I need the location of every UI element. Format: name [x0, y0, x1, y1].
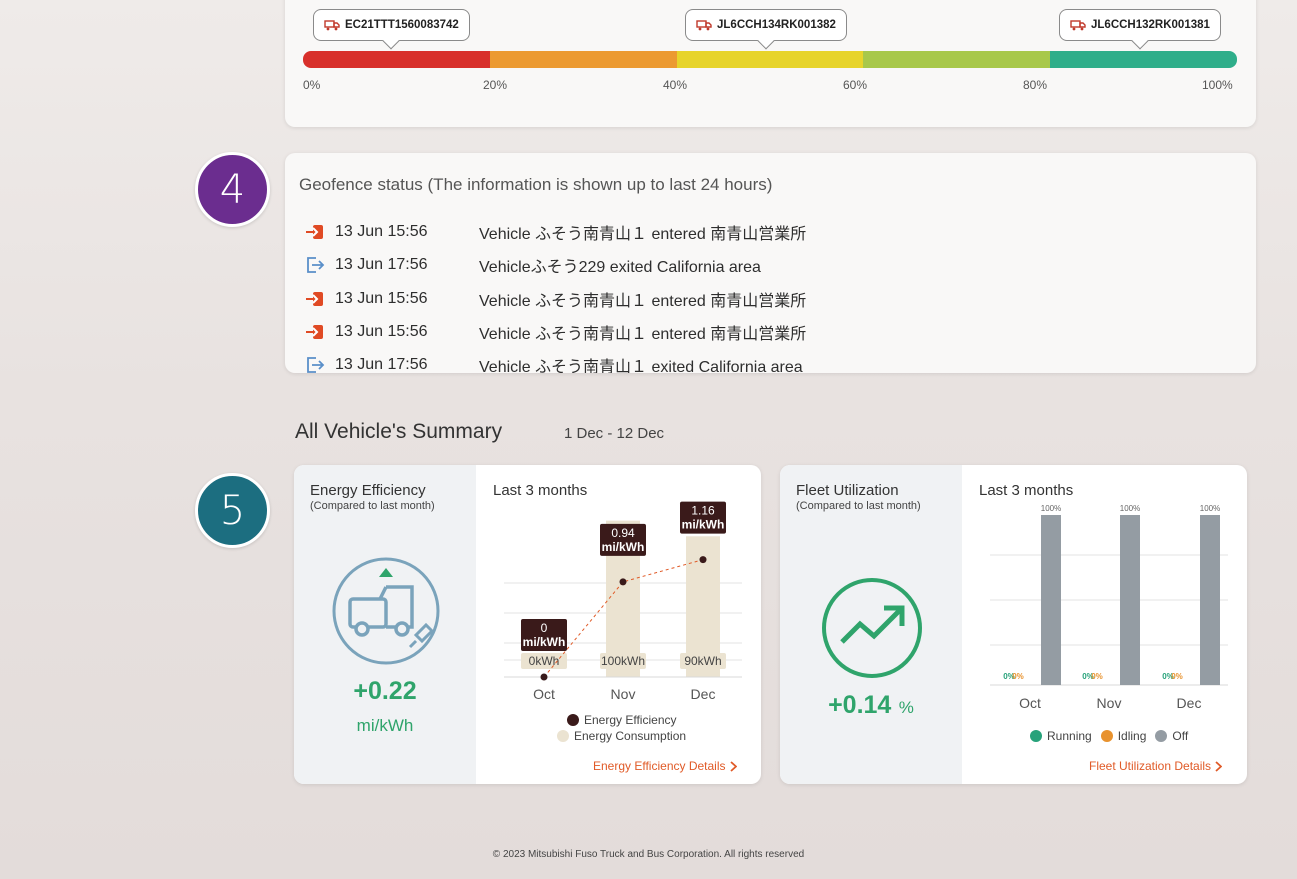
- efficiency-label-unit: mi/kWh: [682, 518, 725, 532]
- truck-icon: [1070, 20, 1086, 31]
- x-tick-label: Dec: [1177, 695, 1202, 711]
- geofence-event-time: 13 Jun 17:56: [335, 256, 428, 273]
- consumption-label: 0kWh: [529, 654, 560, 668]
- geofence-event-row: 13 Jun 17:56 Vehicle ふそう南青山１ exited Calif…: [305, 354, 803, 373]
- efficiency-label-unit: mi/kWh: [523, 635, 566, 649]
- energy-details-link[interactable]: Energy Efficiency Details: [593, 759, 737, 773]
- legend-dot: [557, 730, 569, 742]
- utilization-bar: [1120, 515, 1140, 685]
- vin-tag-1[interactable]: EC21TTT1560083742: [313, 9, 470, 41]
- legend-label: Energy Consumption: [574, 729, 687, 743]
- utilization-label: 100%: [1041, 504, 1061, 513]
- geofence-enter-icon: [305, 290, 325, 308]
- geofence-title: Geofence status (The information is show…: [299, 175, 773, 194]
- x-tick-label: Oct: [1019, 695, 1041, 711]
- legend-dot: [1100, 730, 1113, 742]
- geofence-event-row: 13 Jun 15:56 Vehicle ふそう南青山１ entered 南青山営…: [305, 321, 806, 343]
- range-color-bar: [303, 51, 1237, 68]
- geofence-exit-icon: [305, 256, 325, 274]
- x-tick-label: Nov: [1097, 695, 1122, 711]
- range-label: 40%: [663, 78, 688, 92]
- fleet-utilization-card: Fleet Utilization (Compared to last mont…: [780, 465, 1247, 784]
- efficiency-label-unit: mi/kWh: [602, 540, 645, 554]
- geofence-event-text: Vehicle ふそう南青山１ entered 南青山営業所: [479, 226, 807, 243]
- range-label: 0%: [303, 78, 321, 92]
- summary-date-range: 1 Dec - 12 Dec: [564, 425, 665, 442]
- utilization-label: 0%: [1091, 672, 1103, 681]
- efficiency-label: 1.16: [691, 504, 715, 518]
- utilization-label: 0%: [1171, 672, 1183, 681]
- consumption-label: 100kWh: [601, 654, 645, 668]
- utilization-label: 0%: [1012, 672, 1024, 681]
- geofence-exit-icon: [305, 356, 325, 373]
- details-label: Energy Efficiency Details: [593, 759, 726, 773]
- geofence-event-time: 13 Jun 15:56: [335, 290, 428, 307]
- geofence-status-card: Geofence status (The information is show…: [285, 153, 1256, 373]
- truck-icon: [324, 20, 340, 31]
- range-label: 20%: [483, 78, 508, 92]
- legend-label: Running: [1047, 729, 1092, 743]
- vehicle-range-card: EC21TTT1560083742 JL6CCH134RK001382 JL6C…: [285, 0, 1256, 127]
- footer-copyright: © 2023 Mitsubishi Fuso Truck and Bus Cor…: [492, 849, 805, 860]
- utilization-label: 100%: [1120, 504, 1140, 513]
- utilization-bar: [1041, 515, 1061, 685]
- vin-tag-3[interactable]: JL6CCH132RK001381: [1059, 9, 1221, 41]
- vin-tag-2[interactable]: JL6CCH134RK001382: [685, 9, 847, 41]
- step-badge-4: 4: [195, 152, 270, 227]
- x-tick-label: Oct: [533, 686, 555, 702]
- geofence-event-row: 13 Jun 15:56 Vehicle ふそう南青山１ entered 南青山営…: [305, 221, 806, 243]
- geofence-event-time: 13 Jun 15:56: [335, 323, 428, 340]
- geofence-enter-icon: [305, 323, 325, 341]
- efficiency-label: 0: [541, 621, 548, 635]
- chevron-right-icon: [1215, 760, 1223, 772]
- legend-running: Running Idling Off: [1030, 729, 1188, 743]
- efficiency-point: [540, 673, 548, 681]
- x-tick-label: Dec: [691, 686, 716, 702]
- consumption-label: 90kWh: [684, 654, 721, 668]
- energy-efficiency-card: Energy Efficiency (Compared to last mont…: [294, 465, 761, 784]
- x-tick-label: Nov: [611, 686, 636, 702]
- vin-label: JL6CCH132RK001381: [1091, 19, 1210, 31]
- vin-label: JL6CCH134RK001382: [717, 19, 836, 31]
- legend-label: Idling: [1117, 729, 1147, 743]
- geofence-event-row: 13 Jun 15:56 Vehicle ふそう南青山１ entered 南青山営…: [305, 288, 806, 310]
- legend-energy-efficiency: Energy Efficiency: [567, 713, 677, 727]
- range-segment: [863, 51, 1051, 68]
- legend-energy-consumption: Energy Consumption: [557, 729, 686, 743]
- legend-dot: [1030, 730, 1042, 742]
- range-label: 60%: [843, 78, 868, 92]
- details-label: Fleet Utilization Details: [1089, 759, 1212, 773]
- geofence-event-row: 13 Jun 17:56 Vehicleふそう229 exited Califor…: [305, 254, 761, 276]
- geofence-enter-icon: [305, 223, 325, 241]
- truck-icon: [696, 20, 712, 31]
- fleet-details-link[interactable]: Fleet Utilization Details: [1089, 759, 1223, 773]
- legend-dot: [567, 714, 579, 726]
- range-segment: [1050, 51, 1237, 68]
- geofence-event-time: 13 Jun 17:56: [335, 356, 428, 373]
- summary-title: All Vehicle's Summary: [295, 420, 503, 443]
- energy-chart: 0kWh 100kWh 90kWh0mi/kWh0.94mi/kWh1.16mi/k…: [504, 501, 742, 702]
- utilization-bar: [1200, 515, 1220, 685]
- geofence-event-text: Vehicle ふそう南青山１ entered 南青山営業所: [479, 293, 807, 310]
- geofence-event-text: Vehicle ふそう南青山１ entered 南青山営業所: [479, 326, 807, 343]
- step-badge-5: 5: [195, 473, 270, 548]
- vin-label: EC21TTT1560083742: [345, 19, 459, 31]
- range-segment: [676, 51, 864, 68]
- geofence-event-text: Vehicle ふそう南青山１ exited California area: [479, 359, 803, 373]
- chevron-right-icon: [729, 760, 737, 772]
- geofence-event-text: Vehicleふそう229 exited California area: [479, 259, 761, 276]
- utilization-label: 100%: [1200, 504, 1220, 513]
- range-labels: 0% 20% 40% 60% 80% 100%: [303, 78, 1237, 94]
- efficiency-point: [619, 578, 627, 586]
- efficiency-point: [699, 556, 707, 564]
- legend-label: Off: [1172, 729, 1189, 743]
- range-segment: [303, 51, 490, 68]
- legend-label: Energy Efficiency: [584, 713, 677, 727]
- range-label: 80%: [1023, 78, 1048, 92]
- legend-dot: [1155, 730, 1168, 742]
- range-label: 100%: [1202, 78, 1233, 92]
- efficiency-label: 0.94: [611, 526, 635, 540]
- range-segment: [489, 51, 677, 68]
- geofence-event-time: 13 Jun 15:56: [335, 223, 428, 240]
